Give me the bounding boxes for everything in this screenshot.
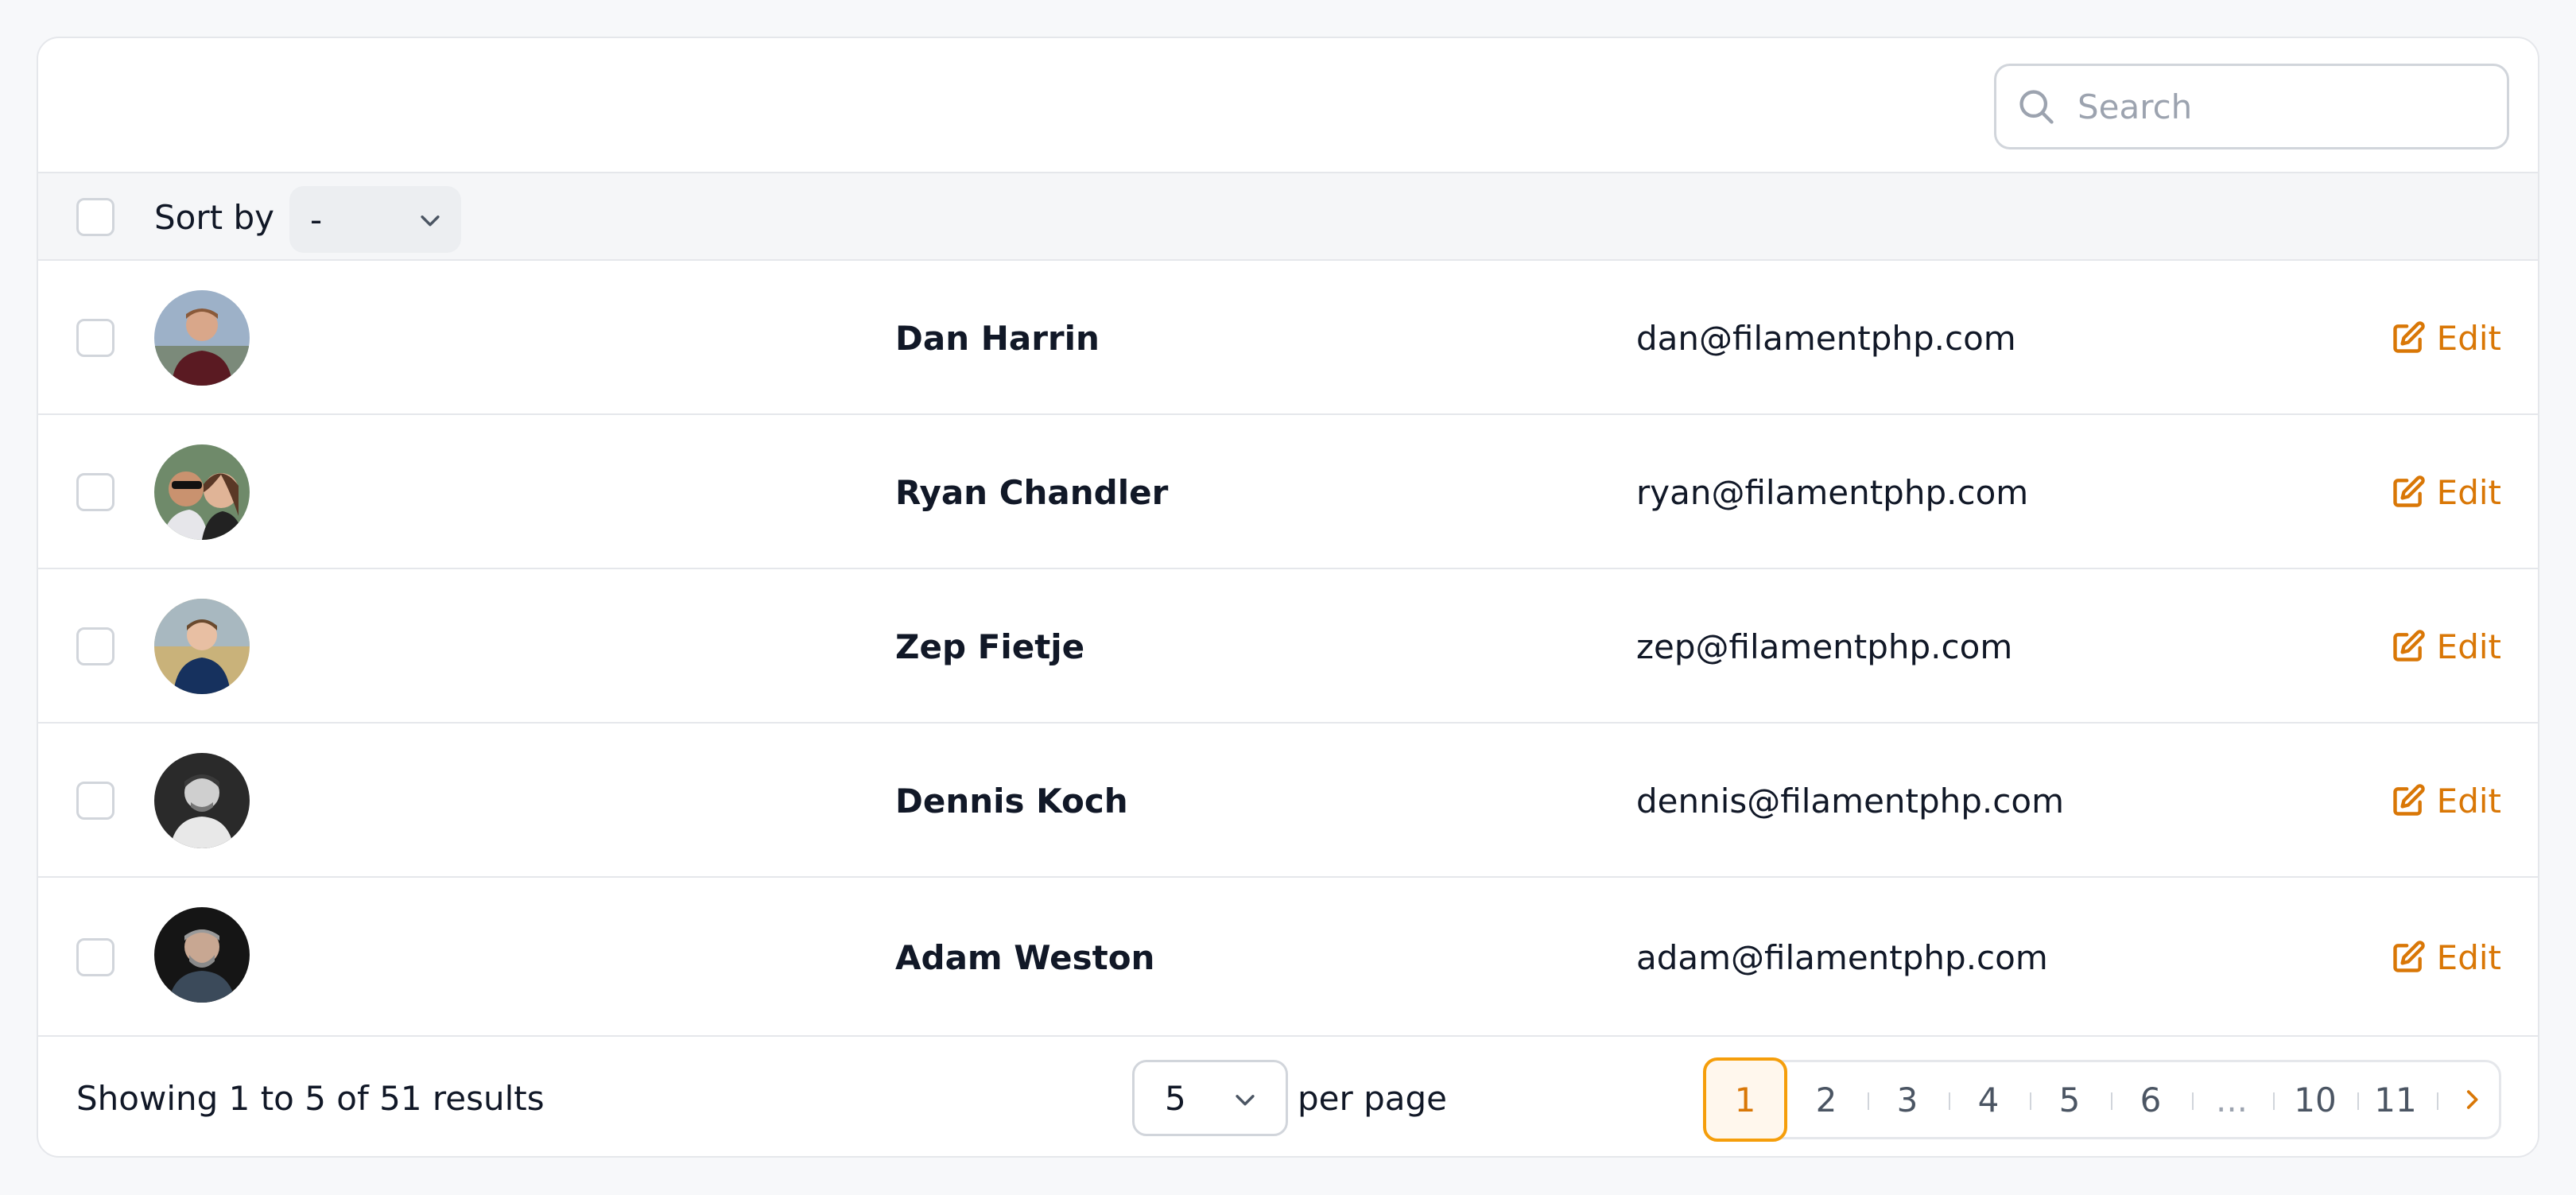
user-email: zep@filamentphp.com <box>1636 627 2013 666</box>
page-separator <box>2030 1092 2031 1110</box>
page-separator <box>2273 1092 2275 1110</box>
page-separator <box>2357 1092 2359 1110</box>
sort-by-select[interactable]: - <box>289 186 461 253</box>
next-page-button[interactable] <box>2443 1060 2500 1139</box>
table-row[interactable]: Adam Weston adam@filamentphp.com Edit <box>38 878 2538 1037</box>
page-button-1[interactable]: 1 <box>1703 1057 1787 1142</box>
edit-label: Edit <box>2436 627 2501 666</box>
page-button-3[interactable]: 3 <box>1876 1060 1939 1139</box>
avatar <box>154 753 250 848</box>
user-name: Adam Weston <box>895 937 1155 977</box>
search-field[interactable] <box>1994 64 2509 149</box>
pencil-square-icon <box>2392 630 2425 662</box>
pencil-square-icon <box>2392 321 2425 353</box>
table-row[interactable]: Ryan Chandler ryan@filamentphp.com Edit <box>38 415 2538 569</box>
page-ellipsis: ... <box>2215 1080 2248 1119</box>
page-button-11[interactable]: 11 <box>2362 1060 2429 1139</box>
chevron-down-icon <box>1236 1095 1255 1106</box>
table-row[interactable]: Zep Fietje zep@filamentphp.com Edit <box>38 569 2538 724</box>
page-separator <box>2192 1092 2194 1110</box>
search-icon <box>2019 90 2054 124</box>
page-separator <box>1868 1092 1869 1110</box>
user-name: Dennis Koch <box>895 781 1128 821</box>
pencil-square-icon <box>2392 475 2425 507</box>
user-email: ryan@filamentphp.com <box>1636 472 2029 512</box>
page-button-4[interactable]: 4 <box>1957 1060 2020 1139</box>
avatar <box>154 290 250 386</box>
search-input[interactable] <box>2077 87 2491 126</box>
row-checkbox[interactable] <box>76 782 114 820</box>
user-name: Dan Harrin <box>895 318 1100 358</box>
edit-label: Edit <box>2436 937 2501 977</box>
chevron-right-icon <box>2466 1090 2478 1109</box>
sort-by-label: Sort by <box>154 197 274 237</box>
page-button-5[interactable]: 5 <box>2038 1060 2101 1139</box>
row-checkbox[interactable] <box>76 319 114 357</box>
page-separator <box>1949 1092 1950 1110</box>
page-separator <box>2111 1092 2112 1110</box>
chevron-down-icon <box>421 215 440 227</box>
sort-by-value: - <box>310 200 323 239</box>
user-name: Zep Fietje <box>895 627 1085 666</box>
table-footer: Showing 1 to 5 of 51 results 5 per page … <box>38 1037 2538 1156</box>
row-checkbox[interactable] <box>76 938 114 976</box>
user-email: adam@filamentphp.com <box>1636 937 2048 977</box>
edit-label: Edit <box>2436 472 2501 512</box>
avatar <box>154 907 250 1003</box>
per-page-value: 5 <box>1165 1078 1186 1118</box>
user-email: dan@filamentphp.com <box>1636 318 2016 358</box>
page-separator <box>2437 1092 2438 1110</box>
pagination: 1 2 3 4 5 6 ... 10 11 <box>1703 1057 2501 1142</box>
edit-button[interactable]: Edit <box>2391 569 2501 724</box>
table-row[interactable]: Dennis Koch dennis@filamentphp.com Edit <box>38 724 2538 878</box>
edit-label: Edit <box>2436 318 2501 358</box>
edit-button[interactable]: Edit <box>2391 878 2501 1037</box>
edit-button[interactable]: Edit <box>2391 415 2501 569</box>
per-page-label: per page <box>1298 1078 1448 1118</box>
edit-button[interactable]: Edit <box>2391 261 2501 415</box>
avatar <box>154 444 250 540</box>
edit-button[interactable]: Edit <box>2391 724 2501 878</box>
page-button-10[interactable]: 10 <box>2279 1060 2351 1139</box>
users-table-card: Sort by - Dan Harrin dan@filamentphp.com… <box>37 37 2539 1158</box>
page-button-2[interactable]: 2 <box>1794 1060 1858 1139</box>
page-button-6[interactable]: 6 <box>2119 1060 2182 1139</box>
row-checkbox[interactable] <box>76 473 114 511</box>
user-email: dennis@filamentphp.com <box>1636 781 2064 821</box>
pencil-square-icon <box>2392 941 2425 972</box>
sort-bar: Sort by - <box>38 173 2538 261</box>
table-row[interactable]: Dan Harrin dan@filamentphp.com Edit <box>38 261 2538 415</box>
per-page-select[interactable]: 5 <box>1132 1060 1288 1136</box>
user-name: Ryan Chandler <box>895 472 1169 512</box>
edit-label: Edit <box>2436 781 2501 821</box>
avatar <box>154 599 250 694</box>
pencil-square-icon <box>2392 784 2425 816</box>
table-toolbar <box>38 38 2538 173</box>
results-summary: Showing 1 to 5 of 51 results <box>76 1078 545 1118</box>
row-checkbox[interactable] <box>76 627 114 665</box>
select-all-checkbox[interactable] <box>76 198 114 236</box>
